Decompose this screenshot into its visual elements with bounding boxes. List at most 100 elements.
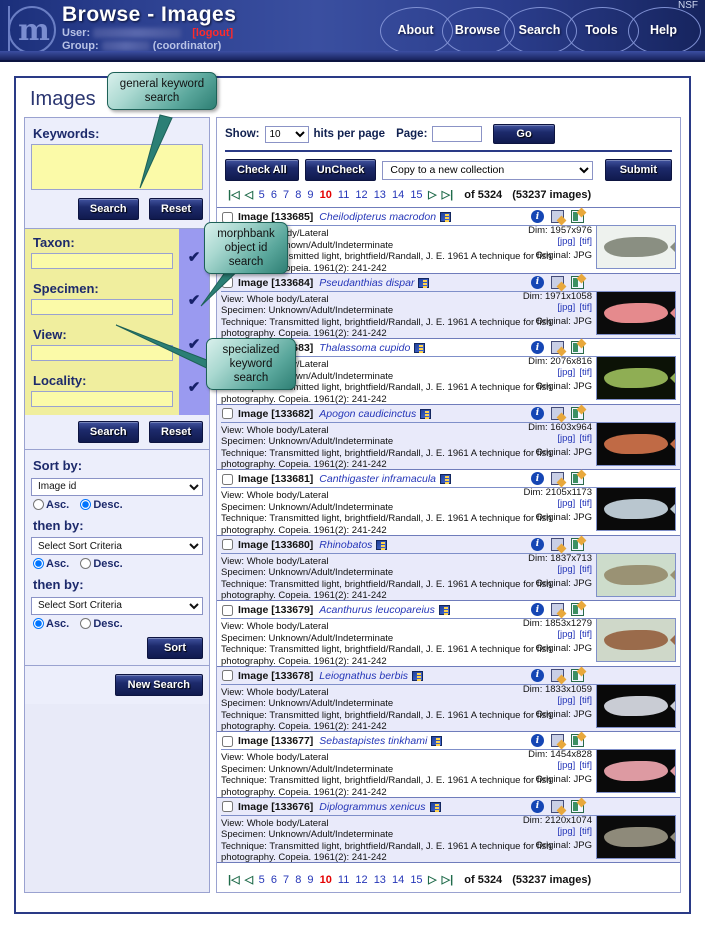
tif-link[interactable]: [tif]: [579, 367, 592, 378]
page-link-6[interactable]: 6: [271, 874, 277, 886]
prev-page-icon-bottom[interactable]: ◁: [245, 874, 253, 886]
tif-link[interactable]: [tif]: [579, 629, 592, 640]
sort3-asc-radio[interactable]: Asc.: [33, 617, 69, 630]
sort-criteria-1-select[interactable]: Image id: [31, 477, 203, 496]
row-select-checkbox[interactable]: [222, 473, 233, 485]
sort1-desc-radio[interactable]: Desc.: [80, 498, 123, 511]
annotate-icon[interactable]: [551, 537, 564, 551]
annotate-icon[interactable]: [551, 210, 564, 223]
next-page-icon-bottom[interactable]: ▷: [428, 874, 436, 886]
edit-icon[interactable]: [571, 537, 584, 551]
check-all-button[interactable]: Check All: [225, 159, 299, 181]
edit-icon[interactable]: [571, 341, 584, 354]
info-icon[interactable]: i: [531, 275, 544, 289]
row-species-link[interactable]: Acanthurus leucopareius: [319, 604, 435, 616]
row-select-checkbox[interactable]: [222, 604, 233, 616]
tif-link[interactable]: [tif]: [579, 498, 592, 509]
jpg-link[interactable]: [jpg]: [557, 302, 575, 313]
locality-input[interactable]: [31, 391, 173, 407]
annotate-icon[interactable]: [551, 799, 564, 813]
info-icon[interactable]: i: [531, 537, 544, 551]
row-select-checkbox[interactable]: [222, 801, 233, 812]
collection-action-select[interactable]: Copy to a new collection: [382, 160, 593, 180]
first-page-icon-bottom[interactable]: |◁: [228, 874, 240, 886]
last-page-icon[interactable]: ▷|: [442, 189, 454, 201]
jpg-link[interactable]: [jpg]: [557, 367, 575, 378]
nav-item-browse[interactable]: Browse: [442, 7, 515, 55]
jpg-link[interactable]: [jpg]: [557, 760, 575, 771]
tif-link[interactable]: [tif]: [579, 826, 592, 837]
page-link-11[interactable]: 11: [338, 874, 349, 886]
page-link-9[interactable]: 9: [307, 874, 313, 886]
row-select-checkbox[interactable]: [222, 539, 233, 550]
row-select-checkbox[interactable]: [222, 670, 233, 681]
row-select-checkbox[interactable]: [222, 211, 233, 223]
row-thumbnail[interactable]: [596, 356, 676, 400]
keyword-search-button[interactable]: Search: [77, 198, 139, 220]
row-thumbnail[interactable]: [596, 225, 676, 269]
taxon-input[interactable]: [31, 253, 173, 269]
nav-item-about[interactable]: About: [380, 7, 453, 55]
row-species-link[interactable]: Diplogrammus xenicus: [319, 801, 425, 813]
page-link-7[interactable]: 7: [283, 189, 289, 201]
edit-icon[interactable]: [571, 275, 584, 289]
nav-item-help[interactable]: Help: [628, 7, 701, 55]
taxonomy-icon[interactable]: [438, 605, 450, 615]
edit-icon[interactable]: [571, 472, 584, 485]
info-icon[interactable]: i: [531, 341, 544, 354]
taxonomy-icon[interactable]: [376, 539, 388, 550]
jpg-link[interactable]: [jpg]: [557, 498, 575, 509]
row-species-link[interactable]: Rhinobatos: [319, 539, 372, 551]
edit-icon[interactable]: [571, 668, 584, 682]
page-link-12[interactable]: 12: [355, 874, 367, 886]
jpg-link[interactable]: [jpg]: [557, 433, 575, 444]
row-select-checkbox[interactable]: [222, 735, 233, 747]
tif-link[interactable]: [tif]: [579, 760, 592, 771]
page-number-input[interactable]: [432, 126, 483, 142]
jpg-link[interactable]: [jpg]: [557, 826, 575, 837]
sort2-asc-radio[interactable]: Asc.: [33, 558, 69, 570]
taxonomy-icon[interactable]: [414, 343, 426, 353]
nav-item-search[interactable]: Search: [504, 7, 577, 55]
row-species-link[interactable]: Leiognathus berbis: [319, 670, 408, 682]
row-thumbnail[interactable]: [596, 487, 676, 531]
page-link-14[interactable]: 14: [392, 189, 404, 201]
sort1-asc-radio[interactable]: Asc.: [33, 498, 69, 511]
taxonomy-icon[interactable]: [418, 277, 430, 288]
field-search-button[interactable]: Search: [77, 421, 139, 443]
annotate-icon[interactable]: [551, 734, 564, 747]
annotate-icon[interactable]: [551, 406, 564, 420]
taxonomy-icon[interactable]: [420, 408, 432, 419]
info-icon[interactable]: i: [531, 472, 544, 485]
taxonomy-icon[interactable]: [440, 474, 452, 484]
taxonomy-icon[interactable]: [412, 670, 424, 681]
row-select-checkbox[interactable]: [222, 408, 233, 419]
go-button[interactable]: Go: [493, 124, 555, 144]
page-link-5[interactable]: 5: [259, 189, 265, 201]
info-icon[interactable]: i: [531, 603, 544, 616]
sort-criteria-2-select[interactable]: Select Sort Criteria: [31, 537, 203, 555]
prev-page-icon[interactable]: ◁: [245, 189, 253, 201]
page-link-11[interactable]: 11: [338, 189, 349, 201]
tif-link[interactable]: [tif]: [579, 236, 592, 247]
row-species-link[interactable]: Cheilodipterus macrodon: [319, 211, 436, 223]
annotate-icon[interactable]: [551, 603, 564, 616]
nav-item-tools[interactable]: Tools: [566, 7, 639, 55]
tif-link[interactable]: [tif]: [579, 433, 592, 444]
page-link-10[interactable]: 10: [320, 189, 332, 201]
info-icon[interactable]: i: [531, 668, 544, 682]
sort2-desc-radio[interactable]: Desc.: [80, 558, 123, 570]
row-species-link[interactable]: Sebastapistes tinkhami: [319, 735, 427, 747]
edit-icon[interactable]: [571, 734, 584, 747]
edit-icon[interactable]: [571, 406, 584, 420]
hits-per-page-select[interactable]: 10: [264, 125, 309, 143]
edit-icon[interactable]: [571, 603, 584, 616]
jpg-link[interactable]: [jpg]: [557, 629, 575, 640]
page-link-12[interactable]: 12: [355, 189, 367, 201]
submit-button[interactable]: Submit: [604, 159, 672, 181]
page-link-8[interactable]: 8: [295, 189, 301, 201]
row-species-link[interactable]: Apogon caudicinctus: [319, 408, 416, 420]
page-link-10[interactable]: 10: [320, 874, 332, 886]
tif-link[interactable]: [tif]: [579, 564, 592, 575]
last-page-icon-bottom[interactable]: ▷|: [442, 874, 454, 886]
